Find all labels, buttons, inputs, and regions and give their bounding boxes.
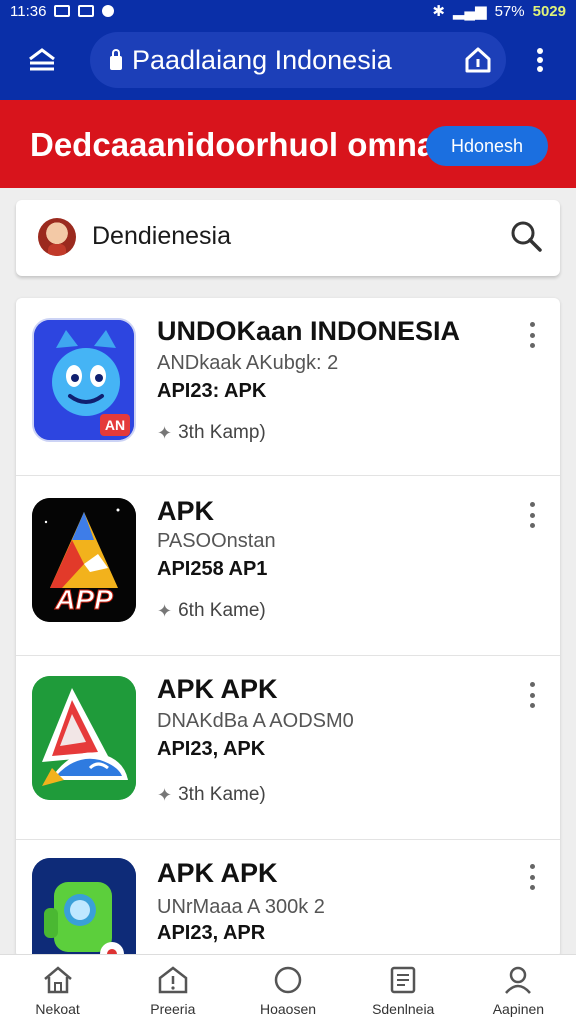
tab-switch-icon: [29, 48, 55, 71]
url-bar[interactable]: Paadlaiang Indonesia: [90, 32, 506, 88]
star-icon: ✦: [157, 422, 173, 443]
star-icon: ✦: [157, 784, 173, 805]
tab-label: Nekoat: [35, 1001, 80, 1017]
star-icon: ✦: [157, 600, 173, 621]
app-list: AN UNDOKaan INDONESIA ANDkaak AKubgk: 2 …: [16, 298, 560, 958]
more-options-icon[interactable]: [524, 322, 540, 348]
svg-text:AN: AN: [105, 417, 125, 433]
app-rating: ✦ 3th Kame): [157, 784, 266, 806]
url-text: Paadlaiang Indonesia: [132, 44, 392, 75]
shield-home-icon: [158, 966, 188, 994]
bluetooth-icon: ✱: [432, 3, 445, 20]
app-developer: ANDkaak AKubgk: 2: [157, 352, 339, 374]
app-notification-icon: [102, 5, 115, 17]
blue-cat-app-icon: AN: [32, 318, 136, 442]
app-title: APK: [157, 496, 215, 526]
banner-title: Dedcaaanidoorhuol omnai: [30, 126, 445, 163]
app-version: API23, APK: [157, 738, 266, 760]
bottom-navigation: Nekoat Preeria Hoaosen Sdenlneia Aapinen: [0, 954, 576, 1024]
overflow-menu-button[interactable]: [520, 40, 560, 80]
app-developer: PASOOnstan: [157, 530, 276, 552]
tab-preeria[interactable]: Preeria: [115, 955, 230, 1024]
app-title: APK APK: [157, 674, 278, 704]
app-rating-text: 3th Kame): [178, 784, 266, 805]
more-options-icon[interactable]: [524, 864, 540, 890]
app-rating-text: 6th Kame): [178, 600, 266, 621]
home-menu-button[interactable]: [22, 40, 62, 80]
list-item[interactable]: AN UNDOKaan INDONESIA ANDkaak AKubgk: 2 …: [16, 298, 560, 476]
browser-toolbar: 11:36 ✱ ▂▄▆ 57% 5029 Paadlaiang Indonesi…: [0, 0, 576, 100]
app-triangle-icon: APP: [32, 498, 136, 622]
tab-label: Preeria: [150, 1001, 196, 1017]
app-version: API23, APR: [157, 922, 266, 944]
green-robot-app-icon: [32, 858, 136, 958]
app-developer: DNAKdBa A AODSM0: [157, 710, 354, 732]
message-icon: [78, 5, 95, 17]
circle-icon: [274, 966, 302, 994]
app-title: APK APK: [157, 858, 278, 888]
list-item[interactable]: APK APK UNrMaaa A 300k 2 API23, APR: [16, 840, 560, 958]
person-icon: [505, 966, 532, 994]
status-clock: 5029: [532, 2, 566, 20]
search-bar[interactable]: Dendienesia: [16, 200, 560, 276]
tab-label: Sdenlneia: [372, 1001, 435, 1017]
more-options-icon[interactable]: [524, 682, 540, 708]
avatar[interactable]: [38, 218, 76, 256]
status-time: 11:36: [10, 2, 47, 20]
app-version: API23: APK: [157, 380, 267, 402]
home-outline-icon: [465, 47, 491, 73]
list-item[interactable]: APK APK DNAKdBa A AODSM0 API23, APK ✦ 3t…: [16, 656, 560, 840]
search-icon[interactable]: [508, 218, 544, 254]
battery-level: 57%: [494, 2, 525, 20]
app-title: UNDOKaan INDONESIA: [157, 316, 461, 346]
more-options-icon[interactable]: [524, 502, 540, 528]
url-row: Paadlaiang Indonesia: [0, 28, 576, 94]
app-rating: ✦ 6th Kame): [157, 600, 266, 622]
app-version: API258 AP1: [157, 558, 268, 580]
status-bar: 11:36 ✱ ▂▄▆ 57% 5029: [0, 0, 576, 22]
app-developer: UNrMaaa A 300k 2: [157, 896, 325, 918]
more-vertical-icon: [537, 48, 543, 72]
app-icon-label: APP: [55, 584, 114, 616]
notification-icon: [54, 5, 71, 17]
lock-icon: [110, 49, 122, 70]
banner-language-button[interactable]: Hdonesh: [426, 126, 548, 166]
tab-label: Aapinen: [492, 1001, 545, 1017]
list-item[interactable]: APP APK PASOOnstan API258 AP1 ✦ 6th Kame…: [16, 476, 560, 656]
tab-aapinen[interactable]: Aapinen: [461, 955, 576, 1024]
green-triangle-app-icon: [32, 676, 136, 800]
tab-home[interactable]: Nekoat: [0, 955, 115, 1024]
tab-hoaosen[interactable]: Hoaosen: [230, 955, 345, 1024]
signal-icon: ▂▄▆: [452, 3, 487, 20]
tab-label: Hoaosen: [259, 1001, 317, 1017]
home-icon: [43, 966, 72, 994]
search-query: Dendienesia: [92, 222, 231, 250]
document-icon: [390, 966, 416, 994]
tab-sdenlneia[interactable]: Sdenlneia: [346, 955, 461, 1024]
app-rating: ✦ 3th Kamp): [157, 422, 266, 444]
home-button[interactable]: [458, 40, 498, 80]
app-rating-text: 3th Kamp): [178, 422, 266, 443]
